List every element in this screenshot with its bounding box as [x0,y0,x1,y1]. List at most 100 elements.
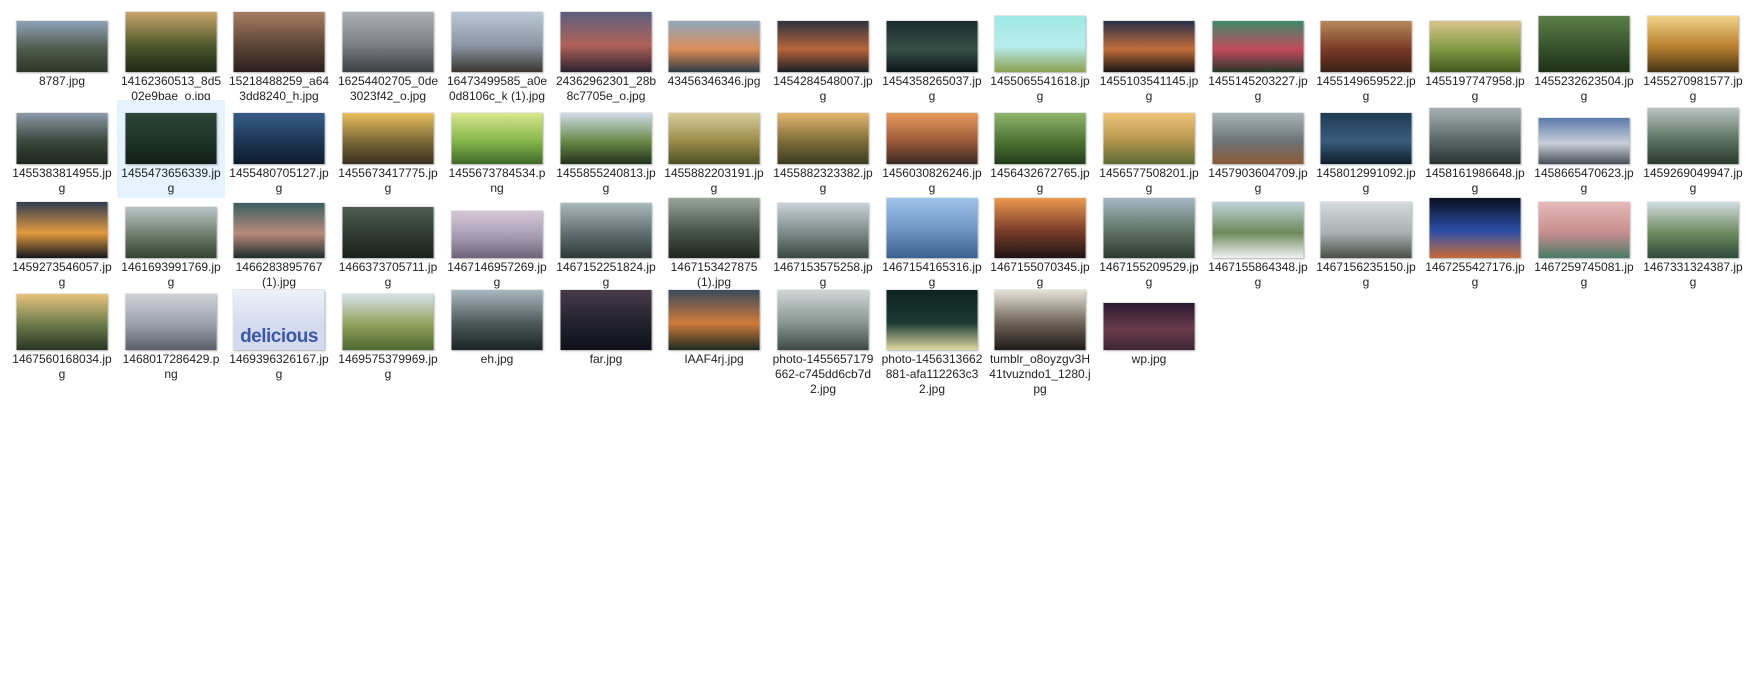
file-name: 1456432672765.jpg [990,166,1090,195]
file-item[interactable]: 1455473656339.jpg [117,100,225,198]
file-item[interactable]: 1458161986648.jpg [1421,100,1529,198]
file-item[interactable]: 16473499585_a0e0d8106c_k (1).jpg [443,8,551,106]
file-name: 1467560168034.jpg [12,352,112,381]
file-item[interactable]: 1455270981577.jpg [1639,8,1747,106]
thumbnail-frame [225,198,333,258]
file-item[interactable]: 15218488259_a643dd8240_h.jpg [225,8,333,106]
image-thumbnail [125,113,217,164]
thumbnail-frame [552,12,660,72]
thumbnail-frame [769,104,877,164]
thumbnail-frame [1204,12,1312,72]
file-item[interactable]: 1467560168034.jpg [8,286,116,384]
file-item[interactable]: 1467154165316.jpg [878,194,986,292]
file-item[interactable]: 43456346346.jpg [660,8,768,91]
file-name: 1467155864348.jpg [1208,260,1308,289]
file-item[interactable]: 1455855240813.jpg [552,100,660,198]
file-item[interactable]: 1458665470623.jpg [1530,100,1638,198]
file-item[interactable]: 1467255427176.jpg [1421,194,1529,292]
image-thumbnail [342,207,434,258]
file-item[interactable]: 1455232623504.jpg [1530,8,1638,106]
file-item[interactable]: tumblr_o8oyzgv3H41tvuzndo1_1280.jpg [986,286,1094,399]
file-name: 1455673784534.png [448,166,546,195]
file-item[interactable]: 1455673417775.jpg [334,100,442,198]
file-item[interactable]: far.jpg [552,286,660,369]
image-thumbnail [125,294,217,350]
file-item[interactable]: 24362962301_28b8c7705e_o.jpg [552,8,660,106]
file-item[interactable]: 1454284548007.jpg [769,8,877,106]
file-item[interactable]: 1467153427875 (1).jpg [660,194,768,292]
file-item[interactable]: 1459269049947.jpg [1639,100,1747,198]
file-item[interactable]: wp.jpg [1095,286,1203,369]
image-thumbnail [994,198,1086,258]
file-item[interactable]: 1467152251824.jpg [552,194,660,292]
file-name: 1469575379969.jpg [338,352,438,381]
file-item[interactable]: 1467146957269.jpg [443,194,551,292]
file-item[interactable]: 1467155864348.jpg [1204,194,1312,292]
file-item[interactable]: 1458012991092.jpg [1312,100,1420,198]
thumbnail-frame [1312,12,1420,72]
file-item[interactable]: 1467153575258.jpg [769,194,877,292]
file-item[interactable]: 1457903604709.jpg [1204,100,1312,198]
file-item[interactable]: 1467156235150.jpg [1312,194,1420,292]
file-item[interactable]: 1455149659522.jpg [1312,8,1420,106]
file-name: 1469396326167.jpg [229,352,329,381]
file-item[interactable]: photo-1455657179662-c745dd6cb7d2.jpg [769,286,877,399]
file-name: 1457903604709.jpg [1208,166,1308,195]
file-item[interactable]: 1466283895767 (1).jpg [225,194,333,292]
thumbnail-frame [878,104,986,164]
image-thumbnail [1212,113,1304,164]
file-item[interactable]: 1467155209529.jpg [1095,194,1203,292]
image-thumbnail [886,290,978,350]
thumbnail-frame [443,104,551,164]
image-thumbnail [1103,21,1195,72]
file-item[interactable]: 1455882323382.jpg [769,100,877,198]
file-item[interactable]: delicious 1469396326167.jpg [225,286,333,384]
file-item[interactable]: 1455383814955.jpg [8,100,116,198]
thumbnail-frame [443,12,551,72]
file-item[interactable]: 1455882203191.jpg [660,100,768,198]
file-item[interactable]: 1467331324387.jpg [1639,194,1747,292]
file-item[interactable]: 1455197747958.jpg [1421,8,1529,106]
thumbnail-frame [225,12,333,72]
file-item[interactable]: 1469575379969.jpg [334,286,442,384]
file-item[interactable]: 1456577508201.jpg [1095,100,1203,198]
thumbnail-frame [1204,104,1312,164]
file-item[interactable]: 1467259745081.jpg [1530,194,1638,292]
file-item[interactable]: 1461693991769.jpg [117,194,225,292]
file-item[interactable]: 1456030826246.jpg [878,100,986,198]
file-item[interactable]: 16254402705_0de3023f42_o.jpg [334,8,442,106]
image-thumbnail [1320,113,1412,164]
file-item[interactable]: 1468017286429.png [117,286,225,384]
file-item[interactable]: 8787.jpg [8,8,116,91]
file-item[interactable]: 1455145203227.jpg [1204,8,1312,106]
file-item[interactable]: 1459273546057.jpg [8,194,116,292]
file-item[interactable]: 14162360513_8d502e9bae_o.jpg [117,8,225,106]
file-item[interactable]: 1456432672765.jpg [986,100,1094,198]
file-item[interactable]: 1467155070345.jpg [986,194,1094,292]
image-thumbnail [16,202,108,258]
file-item[interactable]: eh.jpg [443,286,551,369]
file-name: 1459269049947.jpg [1643,166,1743,195]
thumbnail-frame [117,290,225,350]
thumbnail-frame [660,104,768,164]
file-item[interactable]: IAAF4rj.jpg [660,286,768,369]
thumbnail-logo: delicious [240,326,318,347]
thumbnail-frame [1530,12,1638,72]
file-item[interactable]: 1455065541618.jpg [986,8,1094,106]
file-item[interactable]: photo-1456313662881-afa112263c32.jpg [878,286,986,399]
thumbnail-frame [986,12,1094,72]
image-thumbnail [668,198,760,258]
thumbnail-frame [1312,198,1420,258]
image-thumbnail [1647,202,1739,258]
file-item[interactable]: 1454358265037.jpg [878,8,986,106]
thumbnail-frame [334,104,442,164]
file-name: 1455855240813.jpg [556,166,656,195]
file-item[interactable]: 1455673784534.png [443,100,551,198]
file-item[interactable]: 1455103541145.jpg [1095,8,1203,106]
image-thumbnail [886,21,978,72]
image-thumbnail [668,21,760,72]
thumbnail-frame [334,290,442,350]
thumbnail-frame [1421,198,1529,258]
file-item[interactable]: 1466373705711.jpg [334,194,442,292]
file-item[interactable]: 1455480705127.jpg [225,100,333,198]
